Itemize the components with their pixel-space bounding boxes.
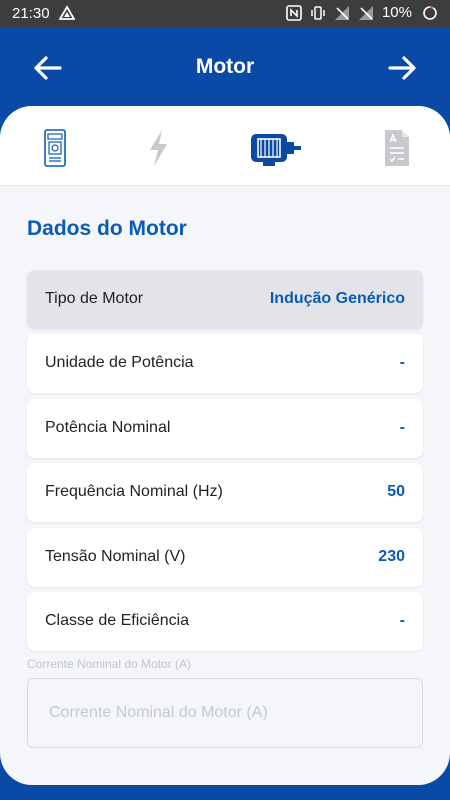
nfc-icon [286, 4, 302, 21]
row-label: Tipo de Motor [45, 290, 144, 307]
no-signal-icon [358, 5, 374, 21]
row-motor-type[interactable]: Tipo de Motor Indução Genérico [27, 270, 423, 329]
row-label: Unidade de Potência [45, 354, 194, 371]
section-title: Dados do Motor [27, 217, 187, 240]
vibrate-icon [310, 5, 326, 21]
row-nominal-power[interactable]: Potência Nominal - [27, 399, 423, 458]
step-tabs [0, 106, 450, 186]
tab-power[interactable] [130, 124, 186, 172]
status-time: 21:30 [12, 5, 50, 22]
checklist-icon [385, 130, 409, 166]
row-label: Potência Nominal [45, 419, 171, 436]
tab-checklist[interactable] [369, 124, 425, 172]
battery-icon [422, 5, 438, 21]
forward-button[interactable] [384, 50, 420, 86]
lightning-icon [150, 130, 167, 166]
row-value: Indução Genérico [269, 290, 405, 307]
tab-drive[interactable] [27, 124, 83, 172]
row-label: Classe de Eficiência [45, 612, 190, 629]
row-value: 50 [387, 483, 405, 500]
battery-level: 10% [381, 4, 412, 21]
page-title: Motor [195, 55, 255, 78]
no-signal-icon [334, 5, 350, 21]
nominal-current-input[interactable] [28, 679, 422, 747]
row-label: Tensão Nominal (V) [45, 548, 186, 565]
row-efficiency-class[interactable]: Classe de Eficiência - [27, 592, 423, 651]
row-nominal-voltage[interactable]: Tensão Nominal (V) 230 [27, 528, 423, 587]
row-power-unit[interactable]: Unidade de Potência - [27, 334, 423, 393]
current-field-caption: Corrente Nominal do Motor (A) [27, 657, 192, 671]
current-field-container [27, 678, 423, 748]
app-header: Motor [0, 28, 450, 106]
row-nominal-frequency[interactable]: Frequência Nominal (Hz) 50 [27, 463, 423, 522]
row-value: - [399, 419, 405, 436]
arrow-right-icon [388, 56, 416, 80]
drive-icon [58, 5, 76, 21]
content-sheet: Dados do Motor Tipo de Motor Indução Gen… [0, 106, 450, 785]
tab-motor[interactable] [248, 124, 304, 172]
row-value: 230 [378, 548, 405, 565]
motor-icon [251, 134, 301, 166]
row-value: - [399, 354, 405, 371]
row-value: - [399, 612, 405, 629]
drive-device-icon [44, 129, 66, 167]
row-label: Frequência Nominal (Hz) [45, 483, 223, 500]
status-bar: 21:30 10% [0, 0, 450, 28]
